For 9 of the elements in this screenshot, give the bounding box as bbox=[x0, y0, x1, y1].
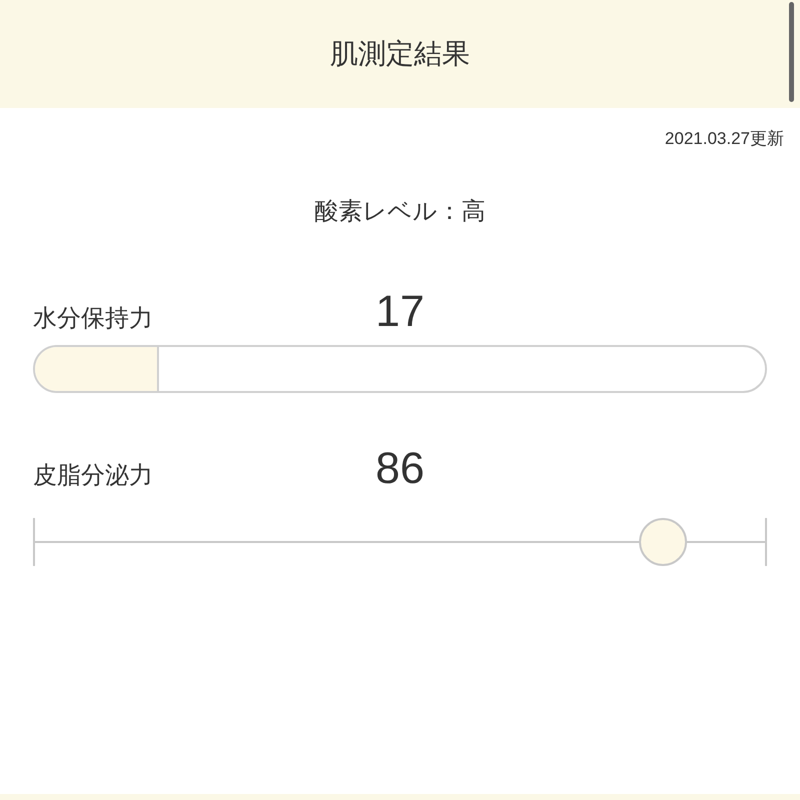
metric-value: 86 bbox=[374, 446, 426, 490]
updated-date: 2021.03.27更新 bbox=[664, 128, 784, 150]
metric-label: 皮脂分泌力 bbox=[33, 464, 154, 490]
slider-track[interactable] bbox=[33, 518, 767, 566]
metric-value: 17 bbox=[374, 290, 426, 334]
oxygen-level: 酸素レベル：高 bbox=[314, 196, 486, 226]
page-title: 肌測定結果 bbox=[330, 37, 470, 71]
slider-thumb[interactable] bbox=[638, 518, 687, 566]
metric-label: 水分保持力 bbox=[33, 306, 154, 334]
